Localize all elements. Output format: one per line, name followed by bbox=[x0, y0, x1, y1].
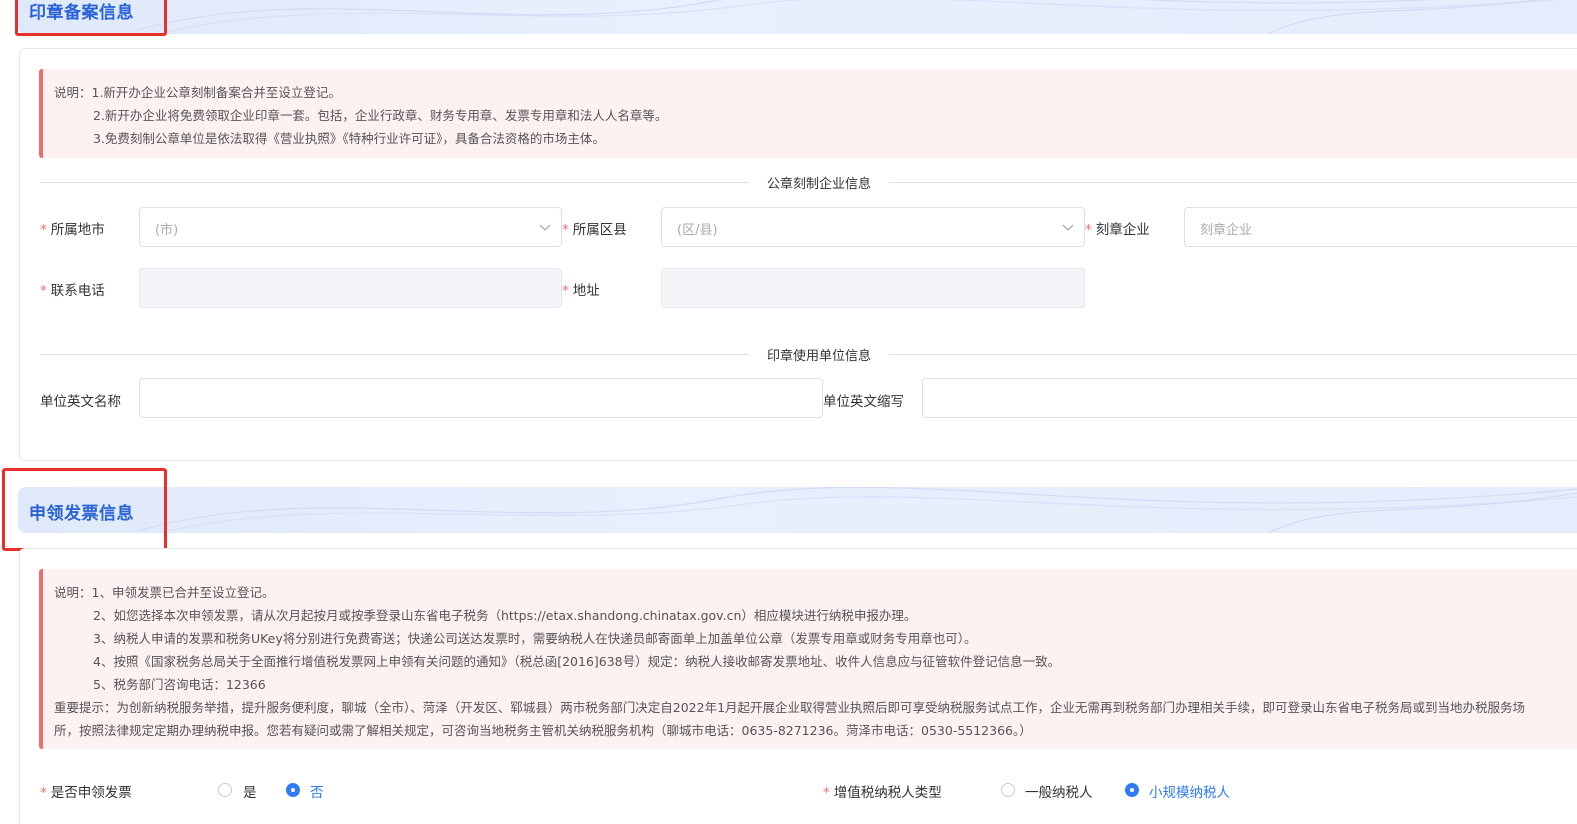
header-wave-decoration bbox=[137, 0, 1560, 34]
invoice-notice: 说明：1、申领发票已合并至设立登记。 2、如您选择本次申领发票，请从次月起按月或… bbox=[39, 569, 1577, 749]
general-taxpayer-label[interactable]: 一般纳税人 bbox=[1025, 781, 1093, 801]
district-placeholder: (区/县) bbox=[677, 223, 718, 238]
unit-divider-label: 印章使用单位信息 bbox=[749, 345, 890, 364]
english-abbr-input[interactable] bbox=[922, 378, 1577, 418]
invoice-section-header: 申领发票信息 bbox=[18, 487, 1577, 533]
engraver-input[interactable]: 刻章企业 bbox=[1184, 207, 1577, 247]
engraver-placeholder: 刻章企业 bbox=[1200, 223, 1253, 238]
seal-note-2: 2.新开办企业将免费领取企业印章一套。包括，企业行政章、财务专用章、发票专用章和… bbox=[93, 108, 668, 123]
invoice-note-4: 4、按照《国家税务总局关于全面推行增值税发票网上申领有关问题的通知》（税总函[2… bbox=[93, 654, 1061, 669]
seal-notice: 说明：1.新开办企业公章刻制备案合并至设立登记。 2.新开办企业将免费领取企业印… bbox=[39, 69, 1577, 158]
seal-note-3: 3.免费刻制公章单位是依法取得《营业执照》《特种行业许可证》，具备合法资格的市场… bbox=[93, 131, 605, 146]
small-taxpayer-label[interactable]: 小规模纳税人 bbox=[1149, 781, 1230, 801]
district-label: * 所属区县 bbox=[562, 222, 627, 238]
address-input[interactable] bbox=[661, 268, 1085, 308]
invoice-note-3: 3、纳税人申请的发票和税务UKey将分别进行免费寄送；快递公司送达发票时，需要纳… bbox=[93, 631, 977, 646]
engraver-label: * 刻章企业 bbox=[1085, 222, 1150, 238]
phone-input[interactable] bbox=[139, 268, 562, 308]
chevron-down-icon bbox=[539, 224, 551, 231]
header-wave-decoration bbox=[137, 487, 1577, 533]
invoice-title-highlight bbox=[2, 468, 167, 551]
small-taxpayer-radio[interactable] bbox=[1125, 783, 1139, 797]
invoice-important-2: 所，按照法律规定定期办理纳税申报。您若有疑问或需了解相关规定，可咨询当地税务主管… bbox=[54, 723, 1032, 738]
district-select[interactable]: (区/县) bbox=[661, 207, 1085, 247]
invoice-note-5: 5、税务部门咨询电话：12366 bbox=[93, 677, 266, 692]
apply-no-radio[interactable] bbox=[286, 783, 300, 797]
invoice-important-1: 重要提示：为创新纳税服务举措，提升服务便利度，聊城（全市）、菏泽（开发区、郓城县… bbox=[54, 700, 1526, 715]
seal-section-header: 印章备案信息 bbox=[18, 0, 1577, 34]
apply-yes-label[interactable]: 是 bbox=[243, 781, 257, 801]
apply-yes-radio[interactable] bbox=[218, 783, 232, 797]
chevron-down-icon bbox=[1062, 224, 1074, 231]
seal-note-1: 说明：1.新开办企业公章刻制备案合并至设立登记。 bbox=[54, 85, 341, 100]
taxpayer-type-label: * 增值税纳税人类型 bbox=[823, 785, 942, 801]
city-select[interactable]: (市) bbox=[139, 207, 562, 247]
engraving-divider-label: 公章刻制企业信息 bbox=[749, 173, 890, 192]
english-name-label: 单位英文名称 bbox=[40, 394, 121, 410]
city-label: * 所属地市 bbox=[40, 222, 105, 238]
seal-title-highlight bbox=[15, 0, 167, 36]
english-abbr-label: 单位英文缩写 bbox=[823, 394, 904, 410]
invoice-note-2: 2、如您选择本次申领发票，请从次月起按月或按季登录山东省电子税务（https:/… bbox=[93, 608, 917, 623]
invoice-note-1: 说明：1、申领发票已合并至设立登记。 bbox=[54, 585, 275, 600]
english-name-input[interactable] bbox=[139, 378, 823, 418]
apply-no-label[interactable]: 否 bbox=[310, 781, 324, 801]
phone-label: * 联系电话 bbox=[40, 283, 105, 299]
address-label: * 地址 bbox=[562, 283, 600, 299]
general-taxpayer-radio[interactable] bbox=[1001, 783, 1015, 797]
apply-invoice-label: * 是否申领发票 bbox=[40, 785, 132, 801]
city-placeholder: (市) bbox=[155, 223, 179, 238]
